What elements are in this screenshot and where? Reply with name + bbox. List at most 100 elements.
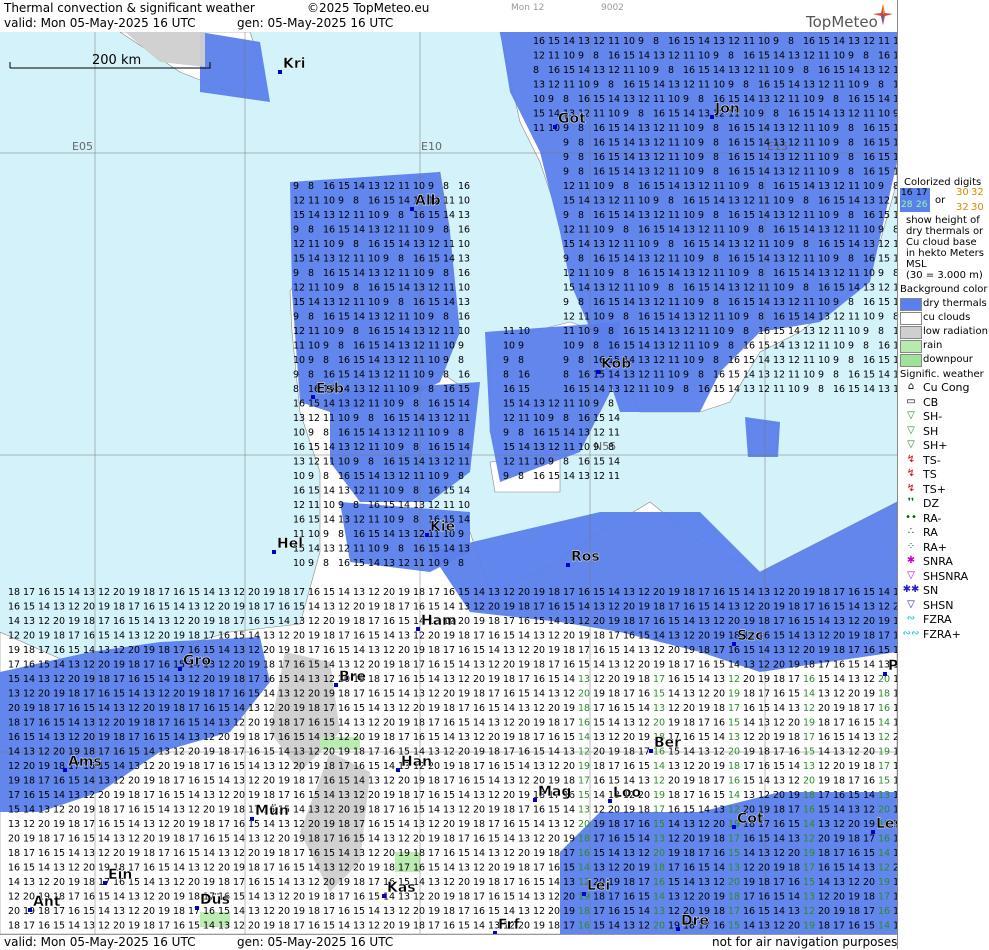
thermal-value: 13: [563, 877, 575, 888]
thermal-value: 13: [668, 631, 680, 642]
thermal-value: 12: [128, 703, 140, 714]
thermal-value: 12: [788, 152, 800, 163]
thermal-value: 14: [758, 297, 770, 308]
weather-patch: [745, 417, 780, 457]
thermal-value: 17: [518, 805, 530, 816]
thermal-value: 18: [788, 602, 800, 613]
thermal-value: 14: [593, 384, 605, 395]
thermal-value: 16: [23, 790, 35, 801]
thermal-value: 17: [728, 703, 740, 714]
thermal-value: 8: [578, 297, 584, 308]
thermal-value: 13: [398, 341, 410, 352]
thermal-value: 15: [758, 906, 770, 917]
thermal-value: 15: [608, 297, 620, 308]
thermal-value: 9: [428, 370, 434, 381]
thermal-value: 16: [818, 602, 830, 613]
thermal-value: 15: [803, 616, 815, 627]
thermal-value: 14: [683, 747, 695, 758]
thermal-value: 19: [743, 747, 755, 758]
thermal-value: 16: [488, 892, 500, 903]
thermal-value: 18: [278, 848, 290, 859]
thermal-value: 12: [383, 370, 395, 381]
thermal-value: 14: [398, 500, 410, 511]
thermal-value: 17: [533, 602, 545, 613]
thermal-value: 12: [833, 268, 845, 279]
thermal-value: 18: [173, 906, 185, 917]
city-label: P: [888, 658, 897, 674]
thermal-value: 11: [458, 457, 470, 468]
thermal-value: 14: [203, 848, 215, 859]
thermal-value: 16: [593, 167, 605, 178]
thermal-value: 13: [623, 718, 635, 729]
thermal-value: 19: [68, 616, 80, 627]
thermal-value: 16: [848, 848, 860, 859]
thermal-value: 13: [98, 776, 110, 787]
thermal-value: 14: [173, 602, 185, 613]
thermal-value: 10: [413, 312, 425, 323]
thermal-value: 14: [758, 355, 770, 366]
thermal-value: 12: [338, 732, 350, 743]
thermal-value: 15: [158, 863, 170, 874]
weather-symbol-icon: ••: [905, 511, 917, 523]
thermal-value: 19: [113, 790, 125, 801]
thermal-value: 15: [338, 370, 350, 381]
thermal-value: 19: [593, 689, 605, 700]
thermal-value: 17: [758, 689, 770, 700]
thermal-value: 14: [278, 877, 290, 888]
thermal-value: 20: [158, 761, 170, 772]
city-marker: [103, 881, 107, 885]
thermal-value: 10: [728, 181, 740, 192]
thermal-value: 16: [878, 51, 890, 62]
thermal-value: 15: [38, 660, 50, 671]
thermal-value: 8: [698, 94, 704, 105]
thermal-value: 8: [713, 297, 719, 308]
thermal-value: 14: [308, 602, 320, 613]
thermal-value: 12: [53, 674, 65, 685]
thermal-value: 14: [848, 65, 860, 76]
thermal-value: 17: [203, 761, 215, 772]
map-area[interactable]: E05 E10 E15 N55 16 15 14 13 12 11 10 9 8 16 15 14 13 12 11…: [0, 32, 897, 934]
thermal-value: 9: [383, 210, 389, 221]
thermal-value: 14: [803, 268, 815, 279]
thermal-value: 9: [653, 65, 659, 76]
thermal-value: 15: [68, 776, 80, 787]
thermal-value: 19: [263, 587, 275, 598]
thermal-value: 13: [593, 863, 605, 874]
thermal-value: 13: [293, 747, 305, 758]
thermal-value: 8: [443, 370, 449, 381]
thermal-value: 12: [413, 341, 425, 352]
thermal-value: 15: [443, 486, 455, 497]
thermal-value: 15: [833, 239, 845, 250]
thermal-value: 17: [728, 906, 740, 917]
thermal-value: 13: [518, 703, 530, 714]
thermal-value: 9: [578, 51, 584, 62]
thermal-value: 16: [608, 834, 620, 845]
thermal-value: 15: [848, 384, 860, 395]
bg-label: rain: [923, 340, 943, 351]
thermal-value: 12: [443, 457, 455, 468]
sig-weather-title: Signific. weather: [900, 369, 984, 380]
thermal-value: 14: [443, 210, 455, 221]
thermal-value: 16: [668, 36, 680, 47]
city-label: Ant: [33, 894, 61, 910]
thermal-value: 13: [533, 631, 545, 642]
thermal-value: 8: [323, 558, 329, 569]
thermal-value: 20: [188, 877, 200, 888]
thermal-value: 18: [143, 718, 155, 729]
thermal-value: 10: [773, 283, 785, 294]
city-label: Frf: [498, 917, 521, 933]
thermal-value: 16: [293, 515, 305, 526]
thermal-value: 15: [578, 660, 590, 671]
thermal-value: 17: [563, 848, 575, 859]
thermal-value: 12: [818, 326, 830, 337]
bg-swatch: [900, 354, 922, 367]
thermal-value: 16: [143, 732, 155, 743]
thermal-value: 15: [728, 848, 740, 859]
city-label: Mag: [538, 784, 571, 800]
thermal-value: 19: [638, 602, 650, 613]
thermal-value: 20: [203, 805, 215, 816]
thermal-value: 16: [533, 36, 545, 47]
thermal-value: 11: [848, 268, 860, 279]
thermal-value: 13: [158, 747, 170, 758]
thermal-value: 9: [683, 370, 689, 381]
